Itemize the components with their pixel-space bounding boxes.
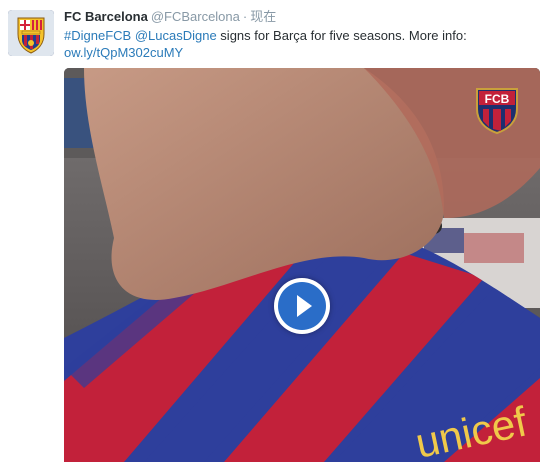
meta-separator: · bbox=[242, 9, 248, 24]
mention-link[interactable]: @LucasDigne bbox=[135, 28, 217, 43]
video-player[interactable]: unicef FCB bbox=[64, 68, 540, 462]
fcb-logo-icon: FCB bbox=[476, 88, 518, 135]
tweet-text: #DigneFCB @LucasDigne signs for Barça fo… bbox=[64, 27, 494, 61]
timestamp[interactable]: 现在 bbox=[250, 9, 276, 24]
video-thumbnail: unicef bbox=[64, 68, 540, 462]
play-icon bbox=[278, 282, 326, 330]
tweet-body-text: signs for Barça for five seasons. More i… bbox=[216, 28, 467, 43]
hashtag-link[interactable]: #DigneFCB bbox=[64, 28, 131, 43]
tweet-header: FC Barcelona @FCBarcelona · 现在 bbox=[64, 9, 542, 25]
tweet: FC Barcelona @FCBarcelona · 现在 #DigneFCB @L… bbox=[0, 0, 550, 462]
display-name[interactable]: FC Barcelona bbox=[64, 9, 148, 24]
avatar[interactable] bbox=[8, 10, 54, 56]
url-link[interactable]: ow.ly/tQpM302cuMY bbox=[64, 45, 183, 60]
fcb-logo-text: FCB bbox=[485, 92, 510, 106]
play-button[interactable] bbox=[274, 278, 330, 334]
fc-barcelona-crest-icon bbox=[8, 10, 54, 56]
user-handle[interactable]: @FCBarcelona bbox=[151, 9, 240, 24]
